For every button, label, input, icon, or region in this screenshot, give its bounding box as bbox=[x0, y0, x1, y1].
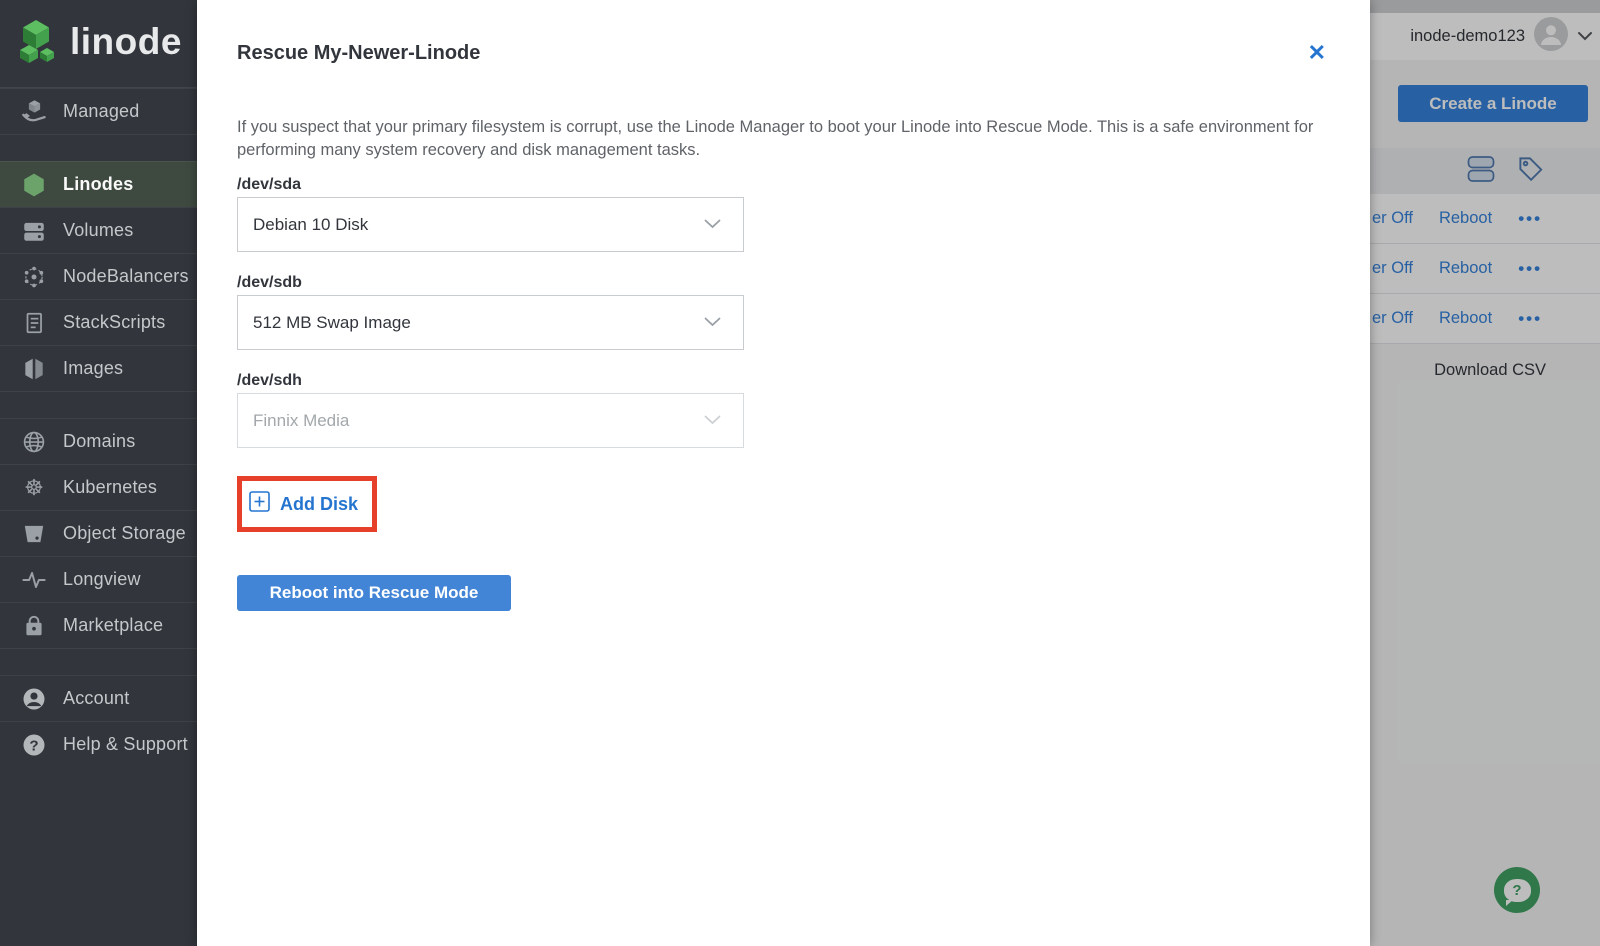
nodebalancers-icon bbox=[20, 264, 48, 290]
chevron-down-icon bbox=[704, 412, 721, 430]
sidebar-item-stackscripts[interactable]: StackScripts bbox=[0, 299, 197, 345]
sidebar-item-label: Kubernetes bbox=[63, 477, 158, 497]
stackscripts-icon bbox=[20, 310, 48, 336]
sdb-select[interactable]: 512 MB Swap Image bbox=[237, 295, 744, 350]
reboot-link[interactable]: Reboot bbox=[1439, 259, 1492, 278]
modal-description: If you suspect that your primary filesys… bbox=[237, 118, 1314, 159]
modal-title: Rescue My-Newer-Linode bbox=[237, 42, 481, 64]
field-label-sda: /dev/sda bbox=[237, 176, 302, 193]
sdh-select-disabled: Finnix Media bbox=[237, 393, 744, 448]
power-off-link[interactable]: er Off bbox=[1372, 259, 1413, 278]
sidebar-item-images[interactable]: Images bbox=[0, 345, 197, 391]
sidebar-item-label: Images bbox=[63, 358, 124, 378]
sidebar-item-label: StackScripts bbox=[63, 312, 166, 332]
object-storage-bucket-icon bbox=[20, 521, 48, 547]
close-icon[interactable]: ✕ bbox=[1308, 42, 1326, 64]
summary-view-icon[interactable] bbox=[1467, 155, 1495, 188]
question-bubble-icon: ? bbox=[1503, 878, 1531, 906]
sidebar-divider bbox=[0, 391, 197, 418]
sidebar-item-label: NodeBalancers bbox=[63, 266, 189, 286]
field-label-sdh: /dev/sdh bbox=[237, 372, 302, 389]
help-beacon-button[interactable]: ? bbox=[1494, 867, 1540, 913]
sidebar-item-label: Linodes bbox=[63, 174, 134, 194]
linode-logo-icon bbox=[16, 18, 60, 69]
sidebar-item-longview[interactable]: Longview bbox=[0, 556, 197, 602]
sidebar-item-label: Help & Support bbox=[63, 734, 188, 754]
top-strip bbox=[1370, 0, 1600, 13]
sidebar-item-help-support[interactable]: ? Help & Support bbox=[0, 721, 197, 767]
linode-wordmark: linode bbox=[70, 21, 182, 62]
sidebar-item-account[interactable]: Account bbox=[0, 675, 197, 721]
sidebar-item-marketplace[interactable]: Marketplace bbox=[0, 602, 197, 648]
background-page: inode-demo123 Create a Linode er Off Reb… bbox=[1370, 0, 1600, 946]
sdb-select-value: 512 MB Swap Image bbox=[253, 312, 411, 332]
download-csv-link[interactable]: Download CSV bbox=[1434, 361, 1546, 379]
question-glyph: ? bbox=[1512, 881, 1522, 899]
rescue-modal: Rescue My-Newer-Linode ✕ If you suspect … bbox=[197, 0, 1370, 946]
sidebar-item-object-storage[interactable]: Object Storage bbox=[0, 510, 197, 556]
create-linode-button[interactable]: Create a Linode bbox=[1398, 85, 1588, 122]
sidebar: linode Managed Linodes Volumes NodeBalan… bbox=[0, 0, 197, 946]
linode-table-row: er Off Reboot ••• bbox=[1370, 294, 1600, 344]
power-off-link[interactable]: er Off bbox=[1372, 209, 1413, 228]
images-icon bbox=[20, 356, 48, 382]
modal-dim-overlay bbox=[1370, 0, 1600, 946]
sidebar-item-linodes[interactable]: Linodes bbox=[0, 161, 197, 207]
sidebar-item-nodebalancers[interactable]: NodeBalancers bbox=[0, 253, 197, 299]
plus-square-icon bbox=[249, 491, 270, 517]
volumes-icon bbox=[20, 218, 48, 244]
csv-row: Download CSV bbox=[1370, 361, 1600, 380]
help-question-icon: ? bbox=[20, 732, 48, 758]
row-actions-menu-icon[interactable]: ••• bbox=[1518, 259, 1542, 279]
sdh-select-value: Finnix Media bbox=[253, 410, 350, 430]
linode-table-row: er Off Reboot ••• bbox=[1370, 194, 1600, 244]
managed-icon bbox=[20, 98, 48, 125]
power-off-link[interactable]: er Off bbox=[1372, 309, 1413, 328]
topbar: inode-demo123 bbox=[1370, 13, 1600, 60]
row-actions-menu-icon[interactable]: ••• bbox=[1518, 309, 1542, 329]
sidebar-item-volumes[interactable]: Volumes bbox=[0, 207, 197, 253]
sidebar-item-label: Managed bbox=[63, 101, 140, 121]
row-actions-menu-icon[interactable]: ••• bbox=[1518, 209, 1542, 229]
sidebar-item-label: Longview bbox=[63, 569, 141, 589]
account-person-icon bbox=[20, 686, 48, 712]
reboot-link[interactable]: Reboot bbox=[1439, 209, 1492, 228]
user-menu-chevron-down-icon[interactable] bbox=[1577, 28, 1593, 46]
sidebar-item-kubernetes[interactable]: ☸ Kubernetes bbox=[0, 464, 197, 510]
kubernetes-icon: ☸ bbox=[24, 474, 44, 500]
annotation-highlight: Add Disk bbox=[237, 476, 378, 532]
sidebar-item-label: Account bbox=[63, 688, 130, 708]
sidebar-item-label: Domains bbox=[63, 431, 136, 451]
svg-text:?: ? bbox=[29, 737, 38, 754]
sidebar-item-managed[interactable]: Managed bbox=[0, 88, 197, 134]
sidebar-item-domains[interactable]: Domains bbox=[0, 418, 197, 464]
linodes-table-header bbox=[1370, 148, 1600, 194]
group-by-tag-icon[interactable] bbox=[1517, 155, 1544, 187]
chevron-down-icon bbox=[704, 216, 721, 234]
longview-pulse-icon bbox=[20, 567, 48, 593]
linodes-hexagon-icon bbox=[20, 172, 48, 198]
sidebar-item-label: Object Storage bbox=[63, 523, 186, 543]
linode-table-row: er Off Reboot ••• bbox=[1370, 244, 1600, 294]
add-disk-label: Add Disk bbox=[280, 493, 359, 514]
reboot-link[interactable]: Reboot bbox=[1439, 309, 1492, 328]
sidebar-item-label: Volumes bbox=[63, 220, 134, 240]
sidebar-divider bbox=[0, 648, 197, 675]
sda-select-value: Debian 10 Disk bbox=[253, 214, 369, 234]
avatar[interactable] bbox=[1534, 17, 1568, 56]
field-label-sdb: /dev/sdb bbox=[237, 274, 302, 291]
sidebar-item-label: Marketplace bbox=[63, 615, 164, 635]
reboot-into-rescue-mode-button[interactable]: Reboot into Rescue Mode bbox=[237, 575, 511, 611]
add-disk-button[interactable]: Add Disk bbox=[249, 491, 358, 517]
domains-globe-icon bbox=[20, 429, 48, 455]
linode-logo[interactable]: linode bbox=[0, 0, 197, 88]
chevron-down-icon bbox=[704, 314, 721, 332]
sda-select[interactable]: Debian 10 Disk bbox=[237, 197, 744, 252]
username-label[interactable]: inode-demo123 bbox=[1410, 27, 1525, 46]
marketplace-bag-icon bbox=[20, 613, 48, 639]
sidebar-divider bbox=[0, 134, 197, 161]
